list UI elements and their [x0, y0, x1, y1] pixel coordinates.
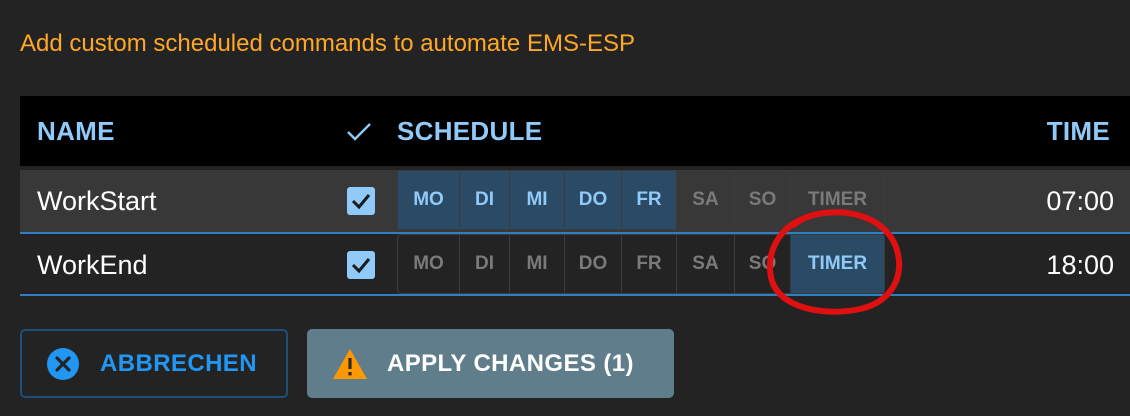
day-toggle-fr[interactable]: FR [622, 235, 677, 293]
table-row[interactable]: WorkEnd MO DI MI DO FR SA SO TIMER 18:00 [20, 234, 1130, 296]
day-toggle-sa[interactable]: SA [677, 171, 735, 229]
cancel-circle-icon [46, 347, 80, 381]
day-toggle-do[interactable]: DO [565, 171, 622, 229]
day-toggle-do[interactable]: DO [565, 235, 622, 293]
timer-toggle[interactable]: TIMER [791, 171, 884, 229]
warning-icon [331, 347, 369, 381]
header-schedule[interactable]: SCHEDULE [397, 96, 542, 166]
day-toggle-so[interactable]: SO [735, 171, 791, 229]
schedule-days: MO DI MI DO FR SA SO TIMER [397, 170, 885, 230]
day-toggle-di[interactable]: DI [460, 171, 510, 229]
schedule-page: Add custom scheduled commands to automat… [0, 0, 1130, 416]
table-header: NAME SCHEDULE TIME [20, 96, 1130, 166]
day-toggle-di[interactable]: DI [460, 235, 510, 293]
intro-text: Add custom scheduled commands to automat… [20, 30, 635, 57]
cancel-button[interactable]: ABBRECHEN [20, 329, 288, 398]
row-name: WorkEnd [37, 250, 148, 280]
day-toggle-so[interactable]: SO [735, 235, 791, 293]
day-toggle-fr[interactable]: FR [622, 171, 677, 229]
apply-button-label: APPLY CHANGES (1) [387, 349, 634, 377]
day-toggle-mo[interactable]: MO [398, 235, 460, 293]
cancel-button-label: ABBRECHEN [100, 349, 257, 377]
day-toggle-mo[interactable]: MO [398, 171, 460, 229]
day-toggle-mi[interactable]: MI [510, 171, 565, 229]
row-name: WorkStart [37, 186, 157, 216]
row-time: 07:00 [1046, 186, 1114, 216]
header-time[interactable]: TIME [1047, 96, 1110, 166]
day-toggle-sa[interactable]: SA [677, 235, 735, 293]
schedule-table: NAME SCHEDULE TIME WorkStart MO DI MI DO [20, 96, 1130, 296]
check-icon [346, 120, 372, 144]
enabled-checkbox[interactable] [347, 187, 375, 215]
header-name[interactable]: NAME [37, 96, 115, 166]
enabled-checkbox[interactable] [347, 251, 375, 279]
apply-changes-button[interactable]: APPLY CHANGES (1) [307, 329, 674, 398]
schedule-days: MO DI MI DO FR SA SO TIMER [397, 234, 885, 294]
timer-toggle[interactable]: TIMER [791, 235, 884, 293]
row-time: 18:00 [1046, 250, 1114, 280]
day-toggle-mi[interactable]: MI [510, 235, 565, 293]
table-row[interactable]: WorkStart MO DI MI DO FR SA SO TIMER 07:… [20, 170, 1130, 234]
